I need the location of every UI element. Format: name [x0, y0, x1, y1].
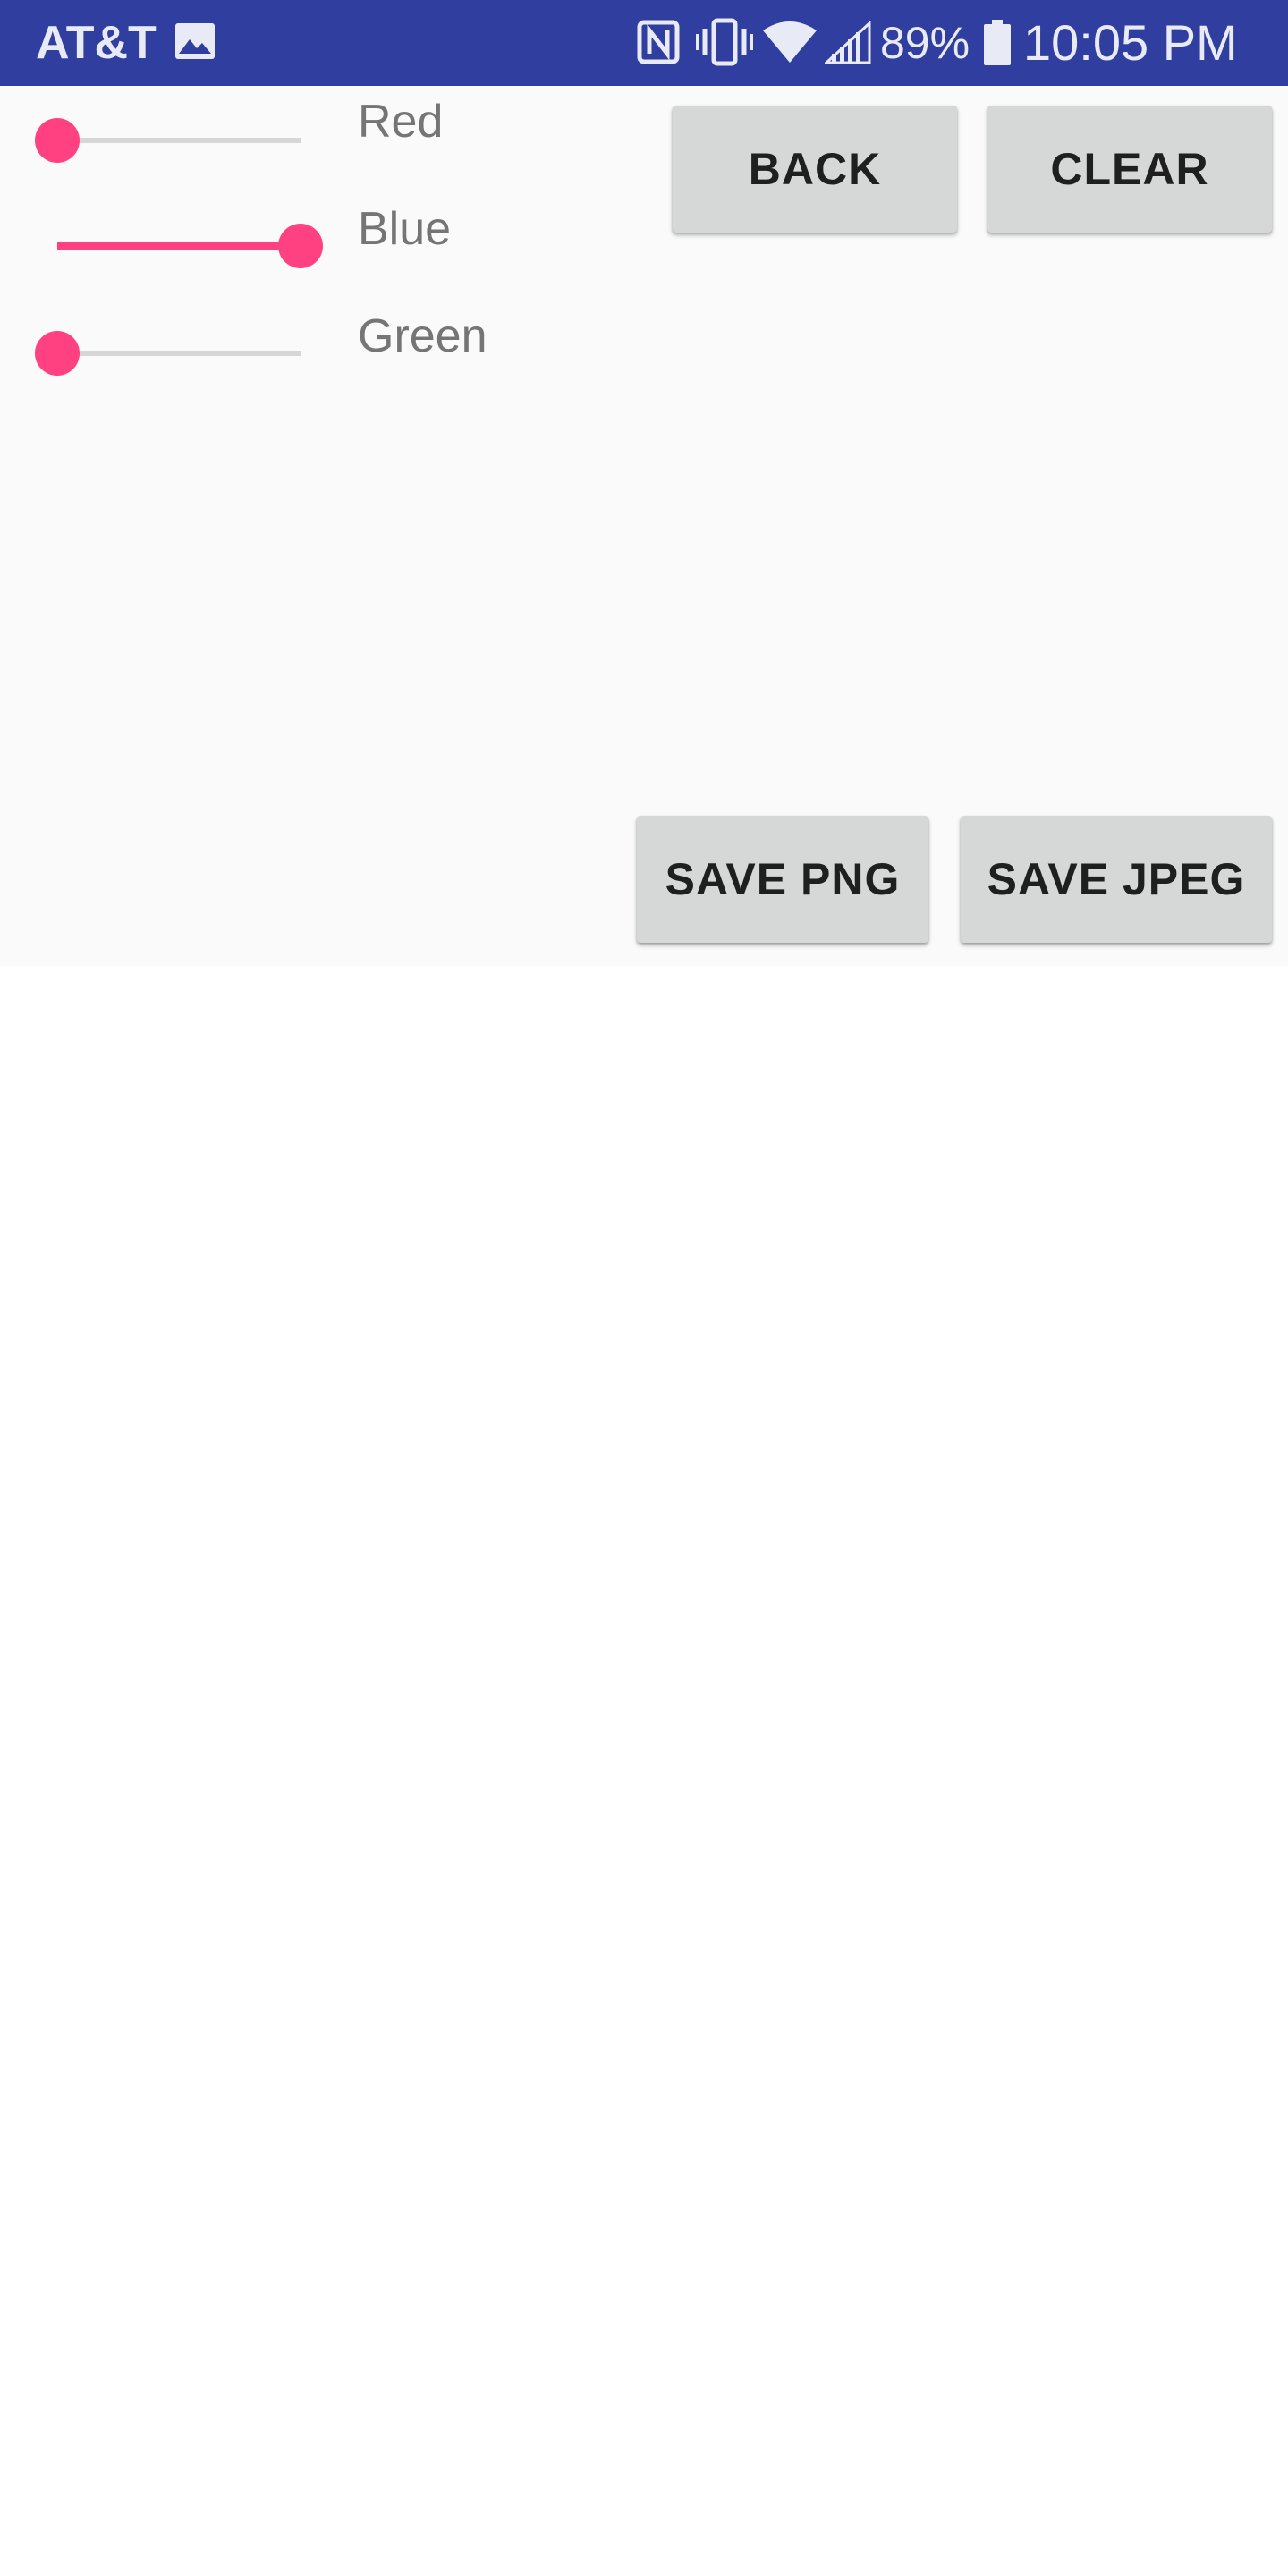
red-label: Red	[358, 96, 444, 148]
status-bar: AT&T 89% 10:05 PM	[0, 0, 1288, 86]
slider-track	[57, 138, 301, 143]
blue-label: Blue	[358, 203, 452, 255]
save-jpeg-button[interactable]: SAVE JPEG	[961, 816, 1272, 943]
wifi-icon	[762, 21, 818, 64]
battery-icon	[982, 20, 1013, 66]
slider-thumb[interactable]	[35, 118, 80, 163]
save-png-button[interactable]: SAVE PNG	[637, 816, 928, 943]
clock: 10:05 PM	[1023, 14, 1238, 71]
green-slider[interactable]	[35, 326, 301, 379]
vibrate-icon	[696, 18, 753, 66]
signal-icon	[823, 20, 871, 64]
slider-track	[57, 351, 301, 356]
gallery-icon	[174, 21, 216, 61]
back-button[interactable]: BACK	[673, 106, 957, 233]
slider-fill	[57, 242, 301, 250]
blue-slider[interactable]	[57, 218, 323, 272]
clear-button[interactable]: CLEAR	[987, 106, 1272, 233]
nfc-icon	[637, 20, 680, 64]
carrier-name: AT&T	[36, 17, 157, 69]
battery-percent: 89%	[880, 18, 970, 68]
slider-thumb[interactable]	[35, 331, 80, 376]
red-slider[interactable]	[35, 113, 301, 166]
green-label: Green	[358, 310, 487, 362]
app-content: Red Blue Green BACK CLEAR SAVE PNG SAVE …	[0, 86, 1288, 966]
slider-thumb[interactable]	[278, 224, 323, 268]
